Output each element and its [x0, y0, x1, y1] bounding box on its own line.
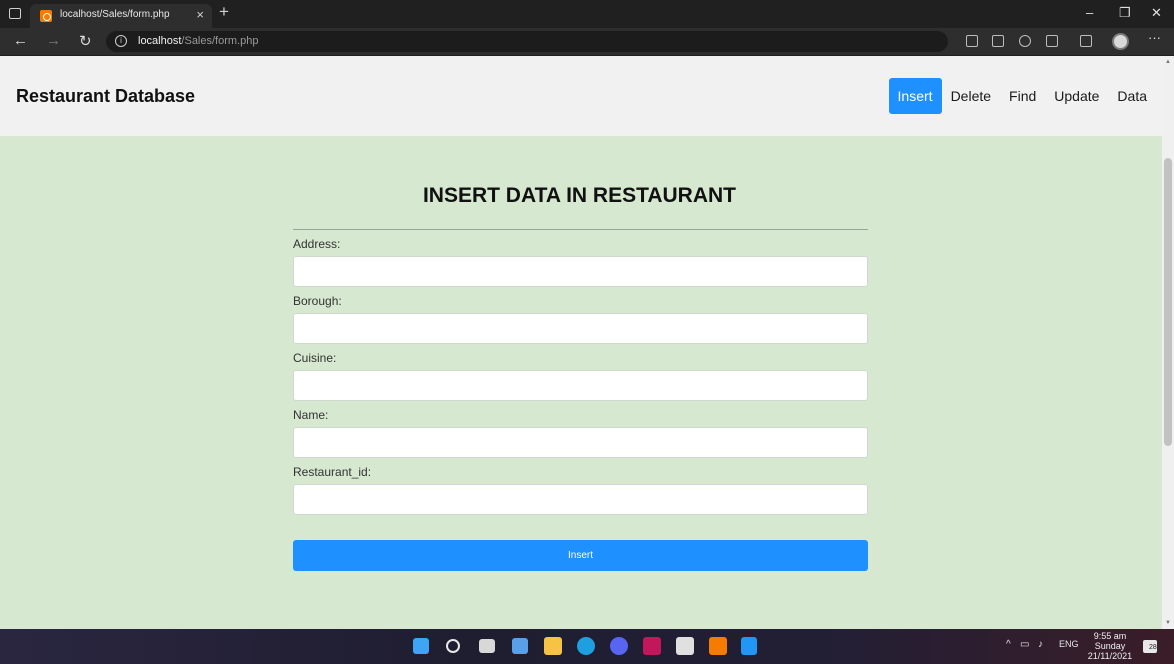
address-label: Address: — [293, 237, 341, 251]
file-explorer-icon[interactable] — [544, 637, 562, 655]
edge-icon[interactable] — [577, 637, 595, 655]
url-text: localhost/Sales/form.php — [138, 35, 258, 47]
page-scrollbar[interactable]: ▲ ▼ — [1162, 56, 1174, 629]
main-nav: Insert Delete Find Update Data — [888, 78, 1156, 114]
browser-tab-bar: localhost/Sales/form.php × + – ❐ ✕ — [0, 0, 1174, 28]
insert-form: INSERT DATA IN RESTAURANT Address: Borou… — [293, 184, 868, 571]
taskbar: ^ ▭ ♪ ENG 9:55 am Sunday 21/11/2021 28 — [0, 629, 1174, 664]
task-view-icon[interactable] — [479, 639, 495, 653]
cuisine-input[interactable] — [293, 370, 868, 401]
restaurant-id-label: Restaurant_id: — [293, 465, 372, 479]
borough-label: Borough: — [293, 294, 342, 308]
app-icon[interactable] — [643, 637, 661, 655]
scrollbar-thumb[interactable] — [1164, 158, 1172, 446]
widgets-icon[interactable] — [512, 638, 528, 654]
browser-address-bar: ← → ↻ i localhost/Sales/form.php ··· — [0, 28, 1174, 55]
collections-icon[interactable] — [1080, 35, 1092, 47]
nav-update[interactable]: Update — [1045, 78, 1108, 114]
volume-icon[interactable]: ♪ — [1038, 639, 1043, 650]
tab-actions-icon[interactable] — [9, 8, 21, 19]
insert-submit-button[interactable]: Insert — [293, 540, 868, 571]
clock-date: 21/11/2021 — [1087, 651, 1133, 661]
network-icon[interactable]: ▭ — [1020, 639, 1029, 650]
form-title: INSERT DATA IN RESTAURANT — [422, 184, 737, 207]
site-title: Restaurant Database — [16, 86, 196, 106]
page-viewport: Restaurant Database Insert Delete Find U… — [0, 56, 1174, 629]
clock-time: 9:55 am — [1093, 631, 1127, 641]
tray-chevron-icon[interactable]: ^ — [1006, 639, 1011, 650]
minimize-button[interactable]: – — [1086, 5, 1093, 20]
profile-avatar[interactable] — [1112, 33, 1129, 50]
forward-icon[interactable]: → — [46, 32, 61, 49]
nav-find[interactable]: Find — [1000, 78, 1045, 114]
site-info-icon[interactable]: i — [115, 35, 127, 47]
language-indicator[interactable]: ENG — [1059, 639, 1079, 649]
site-header: Restaurant Database Insert Delete Find U… — [0, 56, 1162, 136]
name-label: Name: — [293, 408, 329, 422]
xampp-favicon-icon — [40, 10, 52, 22]
favorites-icon[interactable] — [1046, 35, 1058, 47]
nav-insert[interactable]: Insert — [888, 78, 942, 114]
address-input[interactable] — [293, 256, 868, 287]
restaurant-id-input[interactable] — [293, 484, 868, 515]
read-aloud-icon[interactable] — [1019, 35, 1031, 47]
cuisine-label: Cuisine: — [293, 351, 337, 365]
reload-icon[interactable]: ↻ — [79, 32, 92, 50]
borough-input[interactable] — [293, 313, 868, 344]
nav-data[interactable]: Data — [1108, 78, 1156, 114]
discord-icon[interactable] — [610, 637, 628, 655]
nav-delete[interactable]: Delete — [942, 78, 1000, 114]
app-icon[interactable] — [676, 637, 694, 655]
back-icon[interactable]: ← — [13, 32, 28, 49]
name-input[interactable] — [293, 427, 868, 458]
xampp-icon[interactable] — [709, 637, 727, 655]
settings-more-icon[interactable]: ··· — [1148, 30, 1161, 45]
clock-day: Sunday — [1094, 641, 1126, 651]
tab-title: localhost/Sales/form.php — [60, 9, 170, 20]
url-host: localhost — [138, 35, 182, 47]
browser-tab[interactable]: localhost/Sales/form.php × — [30, 4, 212, 28]
restore-button[interactable]: ❐ — [1119, 5, 1131, 21]
scroll-down-icon[interactable]: ▼ — [1165, 620, 1171, 626]
url-path: /Sales/form.php — [181, 35, 259, 47]
close-window-button[interactable]: ✕ — [1151, 5, 1162, 21]
windows-start-icon[interactable] — [413, 638, 429, 654]
form-divider — [293, 229, 868, 230]
tab-close-icon[interactable]: × — [196, 7, 204, 22]
taskbar-clock[interactable]: 9:55 am Sunday 21/11/2021 — [1086, 631, 1134, 661]
url-field[interactable]: i localhost/Sales/form.php — [106, 31, 948, 52]
app-available-icon[interactable] — [992, 35, 1004, 47]
notification-count: 28 — [1149, 644, 1157, 651]
vscode-icon[interactable] — [741, 637, 757, 655]
reader-icon[interactable] — [966, 35, 978, 47]
scroll-up-icon[interactable]: ▲ — [1165, 59, 1171, 65]
search-icon[interactable] — [446, 639, 460, 653]
new-tab-button[interactable]: + — [219, 3, 229, 21]
